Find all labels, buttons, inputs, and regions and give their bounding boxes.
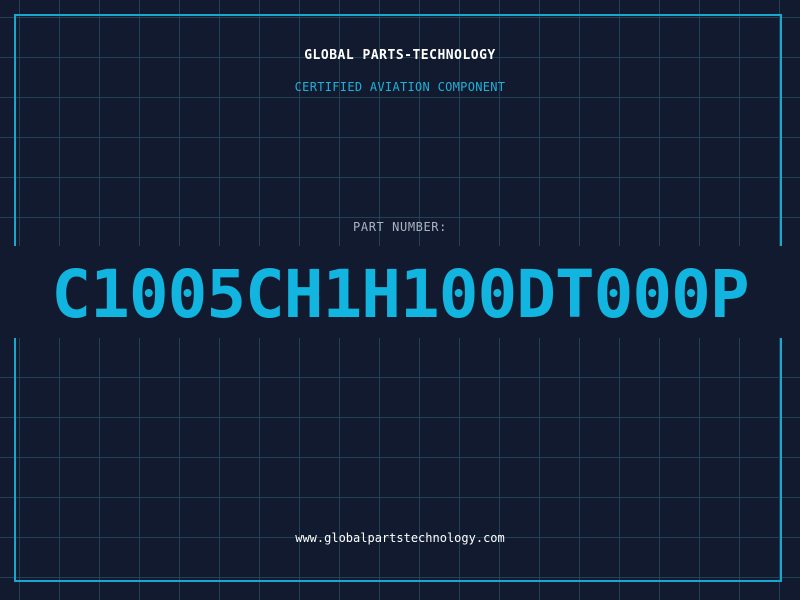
part-number-value: C1005CH1H100DT000P (51, 256, 749, 333)
component-subtitle: CERTIFIED AVIATION COMPONENT (294, 80, 506, 94)
website-url: www.globalpartstechnology.com (295, 531, 505, 545)
part-number-card: GLOBAL PARTS-TECHNOLOGY CERTIFIED AVIATI… (0, 0, 800, 600)
part-number-label: PART NUMBER: (353, 220, 447, 234)
company-name: GLOBAL PARTS-TECHNOLOGY (304, 48, 496, 63)
